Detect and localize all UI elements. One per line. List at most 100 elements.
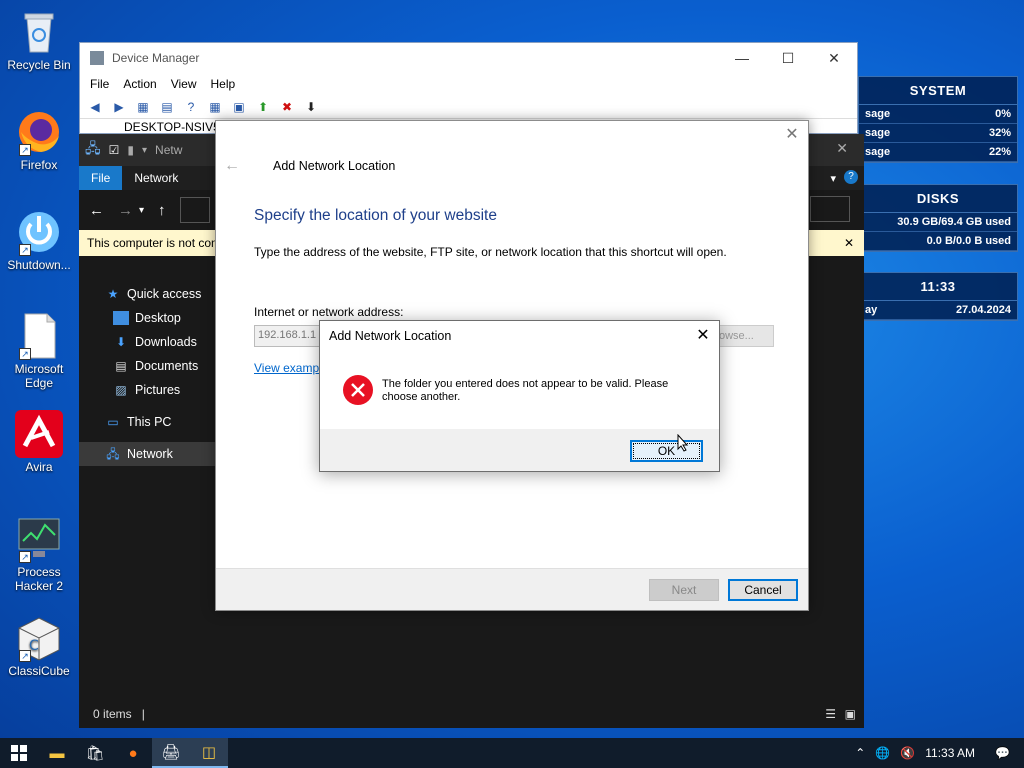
menu-help[interactable]: Help xyxy=(211,77,236,91)
sidebar-item-label: This PC xyxy=(127,415,172,429)
close-icon[interactable]: ✕ xyxy=(844,236,854,250)
row-label: sage xyxy=(865,127,891,139)
sidebar-item-label: Quick access xyxy=(127,287,202,301)
uninstall-icon[interactable]: ✖ xyxy=(278,99,296,115)
dialog-footer: OK xyxy=(320,429,719,471)
chevron-down-icon[interactable]: ▾ xyxy=(139,205,144,216)
forward-icon[interactable]: ▶ xyxy=(110,99,128,115)
clock[interactable]: 11:33 AM xyxy=(925,746,975,760)
up-arrow-icon[interactable]: ↑ xyxy=(158,202,166,219)
chevron-down-icon[interactable]: ▾ xyxy=(830,172,836,185)
desktop-icon-label: Shutdown... xyxy=(7,258,71,272)
desktop-icon-firefox[interactable]: ↗ Firefox xyxy=(1,108,77,172)
widget-row: ay 27.04.2024 xyxy=(859,301,1017,320)
forward-arrow-icon[interactable]: → xyxy=(118,202,133,219)
download-icon[interactable]: ⬇ xyxy=(302,99,320,115)
tab-file[interactable]: File xyxy=(79,166,123,190)
sidebar-item-network[interactable]: 🖧 Network xyxy=(79,442,215,466)
taskbar-wizard[interactable]: ◫ xyxy=(190,738,228,768)
address-bar[interactable] xyxy=(179,197,210,223)
menu-file[interactable]: File xyxy=(90,77,109,91)
system-tray: ⌃ 🌐 🔇 11:33 AM 💬 xyxy=(855,738,1024,768)
back-icon[interactable]: ◀ xyxy=(86,99,104,115)
menu-view[interactable]: View xyxy=(171,77,197,91)
menu-action[interactable]: Action xyxy=(123,77,156,91)
sidebar-item-documents[interactable]: ▤ Documents xyxy=(79,354,215,378)
show-hide-tree-icon[interactable]: ▦ xyxy=(134,99,152,115)
desktop-icon-label: Process Hacker 2 xyxy=(14,565,64,593)
row-value: 0% xyxy=(995,108,1011,120)
row-value: 0.0 B/0.0 B used xyxy=(926,235,1011,247)
notifications-icon[interactable]: 💬 xyxy=(995,746,1010,760)
view-icon[interactable]: ▦ xyxy=(206,99,224,115)
back-arrow-icon[interactable]: ← xyxy=(89,202,104,219)
store-icon: 🛍 xyxy=(85,745,105,762)
desktop-icon-label: Recycle Bin xyxy=(7,58,71,72)
sidebar-item-quick-access[interactable]: ★ Quick access xyxy=(79,282,215,306)
row-value: 32% xyxy=(988,127,1011,139)
scan-hardware-icon[interactable]: ▣ xyxy=(230,99,248,115)
toolbar: ◀ ▶ ▦ ▤ ? ▦ ▣ ⬆ ✖ ⬇ xyxy=(80,95,857,119)
tab-network[interactable]: Network xyxy=(122,166,190,190)
sidebar-item-downloads[interactable]: ⬇ Downloads xyxy=(79,330,215,354)
view-examples-link[interactable]: View examp xyxy=(254,361,319,375)
row-value: 22% xyxy=(988,146,1011,158)
taskbar-file-explorer[interactable]: ▬ xyxy=(38,738,76,768)
disks-widget: DISKS 30.9 GB/69.4 GB used 0.0 B/0.0 B u… xyxy=(858,184,1018,252)
cancel-button[interactable]: Cancel xyxy=(728,579,798,601)
close-button[interactable]: ✕ xyxy=(695,325,711,345)
error-icon xyxy=(342,374,374,406)
minimize-button[interactable]: — xyxy=(719,43,765,73)
large-icons-view-icon[interactable]: ▣ xyxy=(845,707,856,721)
search-box[interactable] xyxy=(810,196,850,222)
network-icon: 🖧 xyxy=(106,447,120,461)
volume-muted-icon[interactable]: 🔇 xyxy=(900,746,915,760)
desktop-icon-label: Firefox xyxy=(20,158,58,172)
close-button[interactable]: ✕ xyxy=(811,43,857,73)
shortcut-arrow-icon: ↗ xyxy=(19,244,31,256)
next-button[interactable]: Next xyxy=(649,579,719,601)
browse-button[interactable]: owse... xyxy=(718,325,774,347)
checkmark-icon[interactable]: ☑ xyxy=(109,143,120,157)
help-icon[interactable]: ? xyxy=(182,99,200,115)
sidebar-item-this-pc[interactable]: ▭ This PC xyxy=(79,410,215,434)
desktop-icon-process-hacker[interactable]: ↗ Process Hacker 2 xyxy=(1,515,77,593)
address-label: Internet or network address: xyxy=(254,305,404,319)
taskbar-firefox[interactable]: ● xyxy=(114,738,152,768)
widget-row: sage 0% xyxy=(859,105,1017,124)
folder-icon[interactable]: ▮ xyxy=(127,143,134,157)
maximize-button[interactable]: ☐ xyxy=(765,43,811,73)
desktop-icon-avira[interactable]: Avira xyxy=(1,410,77,474)
address-input[interactable]: 192.168.1.1 xyxy=(254,325,320,347)
taskbar-store[interactable]: 🛍 xyxy=(76,738,114,768)
back-arrow-icon[interactable]: ← xyxy=(224,157,240,175)
clock-widget: 11:33 ay 27.04.2024 xyxy=(858,272,1018,321)
taskbar-device-manager[interactable]: 🖨 xyxy=(152,738,190,768)
help-icon[interactable]: ? xyxy=(844,170,858,184)
sidebar-item-desktop[interactable]: Desktop xyxy=(79,306,215,330)
sidebar-item-label: Documents xyxy=(135,359,199,373)
desktop-icon-shutdown[interactable]: ↗ Shutdown... xyxy=(1,208,77,272)
update-driver-icon[interactable]: ⬆ xyxy=(254,99,272,115)
desktop-icon-recycle-bin[interactable]: Recycle Bin xyxy=(1,8,77,72)
start-button[interactable] xyxy=(0,738,38,768)
chevron-down-icon[interactable]: ▾ xyxy=(142,145,147,156)
desktop-icon-edge[interactable]: ↗ Microsoft Edge xyxy=(1,312,77,390)
details-view-icon[interactable]: ☰ xyxy=(825,707,836,721)
desktop-icon-classicube[interactable]: C ↗ ClassiCube xyxy=(1,614,77,678)
monitor-icon: ↗ xyxy=(15,515,63,563)
desktop-icon-label: Avira xyxy=(25,460,53,474)
globe-icon[interactable]: 🌐 xyxy=(875,746,890,760)
chevron-up-icon[interactable]: ⌃ xyxy=(855,746,865,760)
desktop-icon xyxy=(113,311,129,325)
wizard-footer: Next Cancel xyxy=(216,568,808,610)
widget-row: 30.9 GB/69.4 GB used xyxy=(859,213,1017,232)
close-button[interactable]: ✕ xyxy=(782,125,802,145)
star-icon: ★ xyxy=(107,287,119,301)
close-button[interactable]: ✕ xyxy=(836,140,848,157)
ok-button[interactable]: OK xyxy=(630,440,703,462)
properties-icon[interactable]: ▤ xyxy=(158,99,176,115)
power-icon: ↗ xyxy=(15,208,63,256)
sidebar-item-pictures[interactable]: ▨ Pictures xyxy=(79,378,215,402)
device-manager-icon: 🖨 xyxy=(161,744,181,761)
